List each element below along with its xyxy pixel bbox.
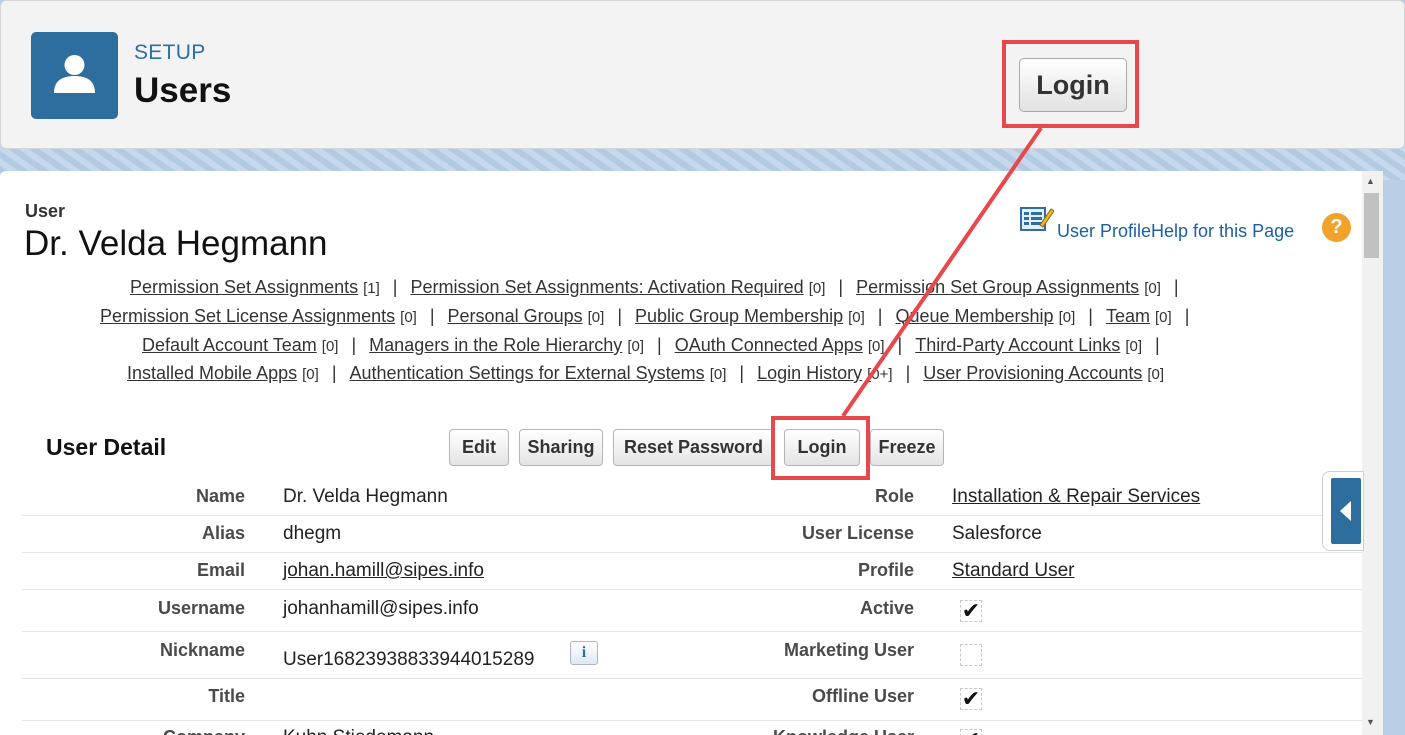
- active-checkbox: ✔: [960, 598, 982, 623]
- marketing-user-checkbox: [960, 644, 982, 666]
- field-label-knowledge-user: Knowledge User: [773, 727, 914, 735]
- sidebar-toggle-inner: [1331, 478, 1361, 544]
- page-title: Users: [134, 71, 232, 110]
- related-link[interactable]: Public Group Membership: [635, 306, 843, 326]
- field-value-company: Kuhn Stiedemann: [283, 727, 434, 735]
- related-link[interactable]: OAuth Connected Apps: [675, 335, 863, 355]
- field-label-role: Role: [874, 486, 914, 506]
- highlight-box-header-login: [1002, 40, 1139, 128]
- field-value-role: Installation & Repair Services: [952, 486, 1200, 508]
- related-links-row-4: Installed Mobile Apps [0] | Authentication…: [127, 363, 1165, 383]
- field-value-nickname: User16823938833944015289: [283, 649, 535, 670]
- scrollbar-thumb[interactable]: [1364, 193, 1379, 258]
- role-link[interactable]: Installation & Repair Services: [952, 486, 1200, 507]
- related-link[interactable]: Team: [1106, 306, 1150, 326]
- field-label-title: Title: [208, 686, 245, 706]
- scroll-up-arrow-icon[interactable]: ▲: [1366, 176, 1375, 186]
- record-title: Dr. Velda Hegmann: [24, 224, 328, 263]
- page-header: SETUP Users Login: [0, 0, 1405, 149]
- field-value-alias: dhegm: [283, 523, 342, 544]
- field-label-marketing-user: Marketing User: [783, 640, 914, 660]
- related-count: [0]: [848, 309, 865, 326]
- related-count: [0]: [587, 309, 605, 326]
- related-link[interactable]: User Provisioning Accounts: [923, 363, 1142, 383]
- field-value-username: johanhamill@sipes.info: [283, 598, 479, 619]
- related-links-row-3: Default Account Team [0] | Managers in the…: [142, 335, 1160, 355]
- email-link[interactable]: johan.hamill@sipes.info: [283, 560, 484, 581]
- related-count: [0]: [808, 280, 826, 297]
- knowledge-user-checkbox: ✔: [960, 729, 982, 735]
- related-link[interactable]: Permission Set Group Assignments: [856, 277, 1139, 297]
- field-label-company: Company: [163, 727, 245, 735]
- related-count: [0]: [709, 366, 727, 383]
- field-value-user-license: Salesforce: [952, 523, 1042, 544]
- related-link[interactable]: Permission Set License Assignments: [100, 306, 395, 326]
- related-count: [1]: [363, 280, 380, 297]
- field-label-alias: Alias: [201, 523, 245, 543]
- sharing-button[interactable]: Sharing: [519, 429, 603, 466]
- field-label-profile: Profile: [857, 560, 914, 580]
- related-link[interactable]: Queue Membership: [895, 306, 1053, 326]
- related-link[interactable]: Permission Set Assignments: [130, 277, 358, 297]
- field-label-active: Active: [859, 598, 914, 618]
- related-count: [0]: [1125, 338, 1143, 355]
- field-value-profile: Standard User: [952, 560, 1075, 582]
- related-count: [0]: [1147, 366, 1165, 383]
- edit-button[interactable]: Edit: [449, 429, 509, 466]
- info-icon[interactable]: i: [570, 641, 598, 665]
- related-link[interactable]: Default Account Team: [142, 335, 317, 355]
- related-count: [0]: [1058, 309, 1076, 326]
- field-label-user-license: User License: [801, 523, 914, 543]
- related-link[interactable]: Personal Groups: [448, 306, 583, 326]
- related-link[interactable]: Authentication Settings for External Sys…: [350, 363, 705, 383]
- related-count: [0+]: [867, 366, 893, 383]
- field-value-email: johan.hamill@sipes.info: [283, 560, 484, 582]
- collapse-arrow-icon: [1340, 501, 1351, 521]
- sidebar-toggle-tab[interactable]: [1322, 471, 1364, 551]
- field-label-name: Name: [195, 486, 245, 506]
- related-link[interactable]: Managers in the Role Hierarchy: [369, 335, 622, 355]
- user-profile-icon: [1020, 205, 1055, 238]
- field-value-name: Dr. Velda Hegmann: [283, 486, 448, 507]
- profile-link[interactable]: Standard User: [952, 560, 1075, 581]
- related-link[interactable]: Login History: [757, 363, 862, 383]
- related-count: [0]: [1155, 309, 1172, 326]
- field-label-nickname: Nickname: [159, 640, 245, 660]
- related-link[interactable]: Installed Mobile Apps: [127, 363, 297, 383]
- highlight-box-login: [771, 416, 870, 480]
- related-links-row-1: Permission Set Assignments [1] | Permissio…: [130, 277, 1179, 297]
- related-count: [0]: [867, 338, 885, 355]
- related-count: [0]: [1144, 280, 1161, 297]
- help-icon[interactable]: ?: [1322, 213, 1351, 242]
- field-label-email: Email: [196, 560, 245, 580]
- section-title: User Detail: [46, 434, 167, 460]
- setup-label: SETUP: [134, 41, 206, 64]
- related-count: [0]: [321, 338, 339, 355]
- scroll-down-arrow-icon[interactable]: ▼: [1366, 717, 1375, 727]
- reset-password-button[interactable]: Reset Password: [613, 429, 774, 466]
- record-type-label: User: [25, 201, 66, 221]
- related-count: [0]: [400, 309, 417, 326]
- freeze-button[interactable]: Freeze: [870, 429, 944, 466]
- related-link[interactable]: Third-Party Account Links: [915, 335, 1120, 355]
- user-profile-help-link[interactable]: User ProfileHelp for this Page: [1057, 221, 1294, 242]
- related-count: [0]: [302, 366, 319, 383]
- related-link[interactable]: Permission Set Assignments: Activation R…: [410, 277, 803, 297]
- related-links-row-2: Permission Set License Assignments [0] | P…: [100, 306, 1190, 326]
- offline-user-checkbox: ✔: [960, 686, 982, 711]
- field-label-username: Username: [157, 598, 245, 618]
- related-count: [0]: [627, 338, 644, 355]
- field-label-offline-user: Offline User: [811, 686, 914, 706]
- user-icon: [31, 32, 118, 119]
